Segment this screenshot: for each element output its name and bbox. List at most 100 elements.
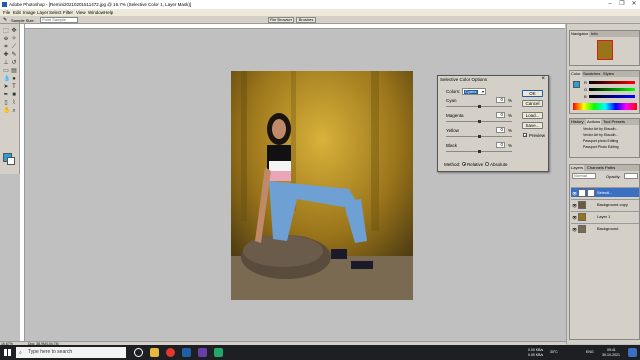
menu-select[interactable]: Select (49, 10, 62, 15)
ok-button[interactable]: OK (522, 90, 543, 97)
yellow-slider-thumb[interactable] (478, 135, 481, 138)
colors-select[interactable]: Cyans ▾ (462, 88, 486, 95)
windows-start-icon[interactable] (4, 349, 11, 356)
tab-navigator[interactable]: Navigator (570, 31, 590, 37)
menu-image[interactable]: Image (23, 10, 36, 15)
layer-row-layer-1[interactable]: 👁 Layer 1 (571, 211, 639, 221)
color-panel-foreground-swatch[interactable] (573, 81, 580, 88)
lasso-tool-icon[interactable]: ꝋ (3, 36, 9, 42)
menu-file[interactable]: File (3, 10, 10, 15)
save-button[interactable]: Save... (522, 122, 543, 129)
clone-stamp-tool-icon[interactable]: ⊥ (3, 60, 9, 66)
move-tool-icon[interactable]: ✥ (11, 28, 17, 34)
menu-view[interactable]: View (76, 10, 86, 15)
action-item[interactable]: Vector Art by Eksudh... (571, 133, 639, 138)
brush-tool-icon[interactable]: ✎ (11, 52, 17, 58)
type-tool-icon[interactable]: T (11, 84, 17, 90)
pen-tool-icon[interactable]: ✒ (3, 92, 9, 98)
eyedropper-tool-icon[interactable]: ⌇ (11, 100, 17, 106)
tab-actions[interactable]: Actions (586, 119, 602, 125)
tab-layers[interactable]: Layers (570, 165, 585, 171)
cyan-value-input[interactable]: 0 (496, 97, 505, 103)
eye-icon[interactable]: 👁 (572, 203, 577, 208)
file-browser-tab[interactable]: File Browser (268, 17, 294, 23)
layer-row-background[interactable]: 👁 Background (571, 223, 639, 233)
color-b-slider[interactable] (589, 95, 635, 98)
file-explorer-icon[interactable] (150, 348, 159, 357)
layer-mask-thumbnail[interactable] (587, 189, 595, 197)
tab-paths[interactable]: Paths (604, 165, 616, 171)
crop-tool-icon[interactable]: ⌗ (3, 44, 9, 50)
tab-channels[interactable]: Channels (586, 165, 605, 171)
magenta-slider-thumb[interactable] (478, 120, 481, 123)
menu-window[interactable]: Window (88, 10, 104, 15)
photoshop-taskbar-icon[interactable] (182, 348, 191, 357)
navigator-thumbnail[interactable] (597, 40, 613, 60)
magic-wand-tool-icon[interactable]: ✧ (11, 36, 17, 42)
menu-edit[interactable]: Edit (13, 10, 21, 15)
sample-size-select[interactable]: Point Sample (40, 17, 78, 23)
tab-styles[interactable]: Styles (602, 71, 615, 77)
app-taskbar-icon-2[interactable] (214, 348, 223, 357)
hand-tool-icon[interactable]: ✋ (3, 108, 10, 114)
slice-tool-icon[interactable]: ⟋ (11, 44, 17, 50)
notes-tool-icon[interactable]: ▯ (3, 100, 9, 106)
minimize-button[interactable]: – (605, 1, 615, 8)
menu-filter[interactable]: Filter (63, 10, 73, 15)
menu-help[interactable]: Help (104, 10, 113, 15)
dialog-close-icon[interactable]: × (541, 76, 545, 82)
close-window-button[interactable]: ✕ (629, 1, 639, 8)
color-g-slider[interactable] (589, 88, 635, 91)
eye-icon[interactable]: 👁 (572, 215, 577, 220)
action-item[interactable]: Passport Photo Editing (571, 145, 639, 150)
eye-icon[interactable]: 👁 (572, 191, 577, 196)
chrome-icon[interactable] (166, 348, 175, 357)
blur-tool-icon[interactable]: 💧 (3, 76, 10, 82)
action-item[interactable]: Passport photo Editing (571, 139, 639, 144)
method-absolute-radio[interactable] (485, 162, 489, 166)
tray-date[interactable]: 30-10-2021 (602, 353, 620, 357)
marquee-tool-icon[interactable]: ⬚ (3, 28, 9, 34)
yellow-value-input[interactable]: 0 (496, 127, 505, 133)
opacity-input[interactable] (624, 173, 638, 179)
blend-mode-select[interactable]: Normal (572, 173, 596, 179)
app-taskbar-icon[interactable] (198, 348, 207, 357)
history-brush-tool-icon[interactable]: ↺ (11, 60, 17, 66)
brushes-tab[interactable]: Brushes (296, 17, 316, 23)
shape-tool-icon[interactable]: ■ (11, 92, 17, 98)
magenta-value-input[interactable]: 0 (496, 112, 505, 118)
black-slider-thumb[interactable] (478, 150, 481, 153)
document-canvas[interactable] (231, 71, 413, 300)
menu-layer[interactable]: Layer (37, 10, 48, 15)
tab-tool-presets[interactable]: Tool Presets (602, 119, 626, 125)
load-button[interactable]: Load... (522, 112, 543, 119)
background-color-swatch[interactable] (7, 157, 15, 165)
method-relative-radio[interactable] (462, 162, 466, 166)
tab-history[interactable]: History (570, 119, 584, 125)
color-r-slider[interactable] (589, 81, 635, 84)
maximize-button[interactable]: ❐ (617, 1, 627, 8)
healing-brush-tool-icon[interactable]: ✚ (3, 52, 9, 58)
tab-color[interactable]: Color (570, 71, 582, 77)
notification-icon[interactable] (628, 348, 637, 357)
action-item[interactable]: Vector Art by Eksudh... (571, 127, 639, 132)
path-selection-tool-icon[interactable]: ➤ (3, 84, 9, 90)
dodge-tool-icon[interactable]: ● (11, 76, 17, 82)
eye-icon[interactable]: 👁 (572, 227, 577, 232)
cyan-slider-thumb[interactable] (478, 105, 481, 108)
preview-checkbox[interactable]: ✓ (523, 133, 527, 138)
task-view-icon[interactable] (134, 348, 143, 357)
eyedropper-icon[interactable]: ✎ (3, 17, 7, 23)
layer-row-selective-color[interactable]: 👁 Selecti... (571, 187, 639, 197)
taskbar-search-input[interactable]: Type here to search (16, 347, 126, 358)
eraser-tool-icon[interactable]: ▭ (3, 68, 9, 74)
tray-language[interactable]: ENG (586, 350, 594, 354)
color-spectrum-bar[interactable] (573, 103, 637, 110)
tray-time[interactable]: 09:41 (607, 348, 616, 352)
black-value-input[interactable]: 0 (496, 142, 505, 148)
tab-swatches[interactable]: Swatches (582, 71, 601, 77)
zoom-tool-icon[interactable]: ⌕ (11, 108, 17, 114)
layer-row-background-copy[interactable]: 👁 Background copy (571, 199, 639, 209)
cancel-button[interactable]: Cancel (522, 100, 543, 107)
gradient-tool-icon[interactable]: ▤ (11, 68, 17, 74)
